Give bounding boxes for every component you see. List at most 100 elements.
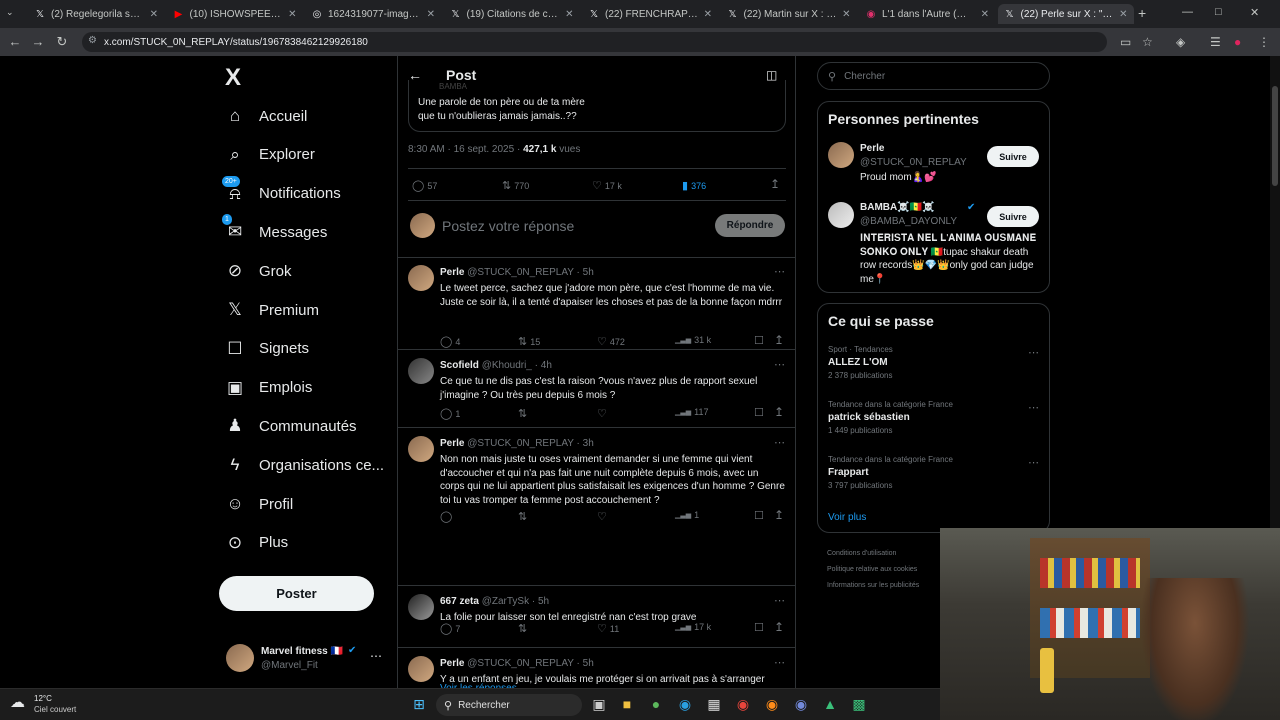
reload-icon[interactable]: ↻: [54, 34, 70, 50]
follow-button[interactable]: Suivre: [987, 206, 1039, 227]
avatar[interactable]: [408, 594, 434, 620]
search-input[interactable]: ⚲ Chercher: [817, 62, 1050, 90]
cast-icon[interactable]: ▭: [1120, 35, 1131, 49]
x-logo[interactable]: X: [225, 64, 241, 92]
nav-item-profil[interactable]: ☺ Profil: [225, 488, 293, 520]
nav-item-grok[interactable]: ⊘ Grok: [225, 255, 292, 287]
trend-item[interactable]: Tendance dans la catégorie France Frappar…: [828, 455, 1038, 490]
reposts-count-button[interactable]: ⇅: [518, 622, 530, 635]
post-button[interactable]: Poster: [219, 576, 374, 611]
more-options-icon[interactable]: ⋯: [774, 436, 785, 449]
views-count-button[interactable]: ▁▃▅ 17 k: [675, 622, 711, 632]
tab-close-icon[interactable]: ✕: [981, 9, 989, 20]
forward-arrow-icon[interactable]: →: [30, 34, 46, 49]
avatar[interactable]: [408, 436, 434, 462]
more-options-icon[interactable]: ⋯: [774, 656, 785, 669]
tab-close-icon[interactable]: ✕: [150, 9, 158, 20]
nav-item-accueil[interactable]: ⌂ Accueil: [225, 100, 308, 132]
reply-post[interactable]: 667 zeta @ZarTySk · 5h ⋯ La folie pour lai…: [398, 586, 795, 648]
app-icon[interactable]: ▲: [821, 696, 839, 712]
author-name[interactable]: Scofield: [440, 360, 479, 371]
views-count-button[interactable]: ▁▃▅ 31 k: [675, 335, 711, 345]
nav-item-signets[interactable]: ☐ Signets: [225, 333, 309, 365]
taskbar-search[interactable]: ⚲ Rechercher: [436, 694, 582, 716]
tab-close-icon[interactable]: ✕: [427, 9, 435, 20]
replies-count-button[interactable]: ◯: [440, 510, 455, 523]
browser-tab[interactable]: ◎ 1624319077-image.png (… ✕: [305, 4, 441, 24]
browser-tab[interactable]: 𝕏 (22) Perle sur X : "Mon e ✕: [997, 4, 1134, 24]
xbox-icon[interactable]: ●: [647, 696, 665, 712]
scrollbar-thumb[interactable]: [1272, 86, 1278, 186]
author-name[interactable]: Perle: [440, 267, 464, 278]
nav-item-communaut-s[interactable]: ♟ Communautés: [225, 410, 356, 442]
chrome-icon[interactable]: ◉: [734, 696, 752, 713]
footer-terms-link[interactable]: Conditions d'utilisation: [827, 550, 896, 557]
back-arrow-icon[interactable]: ←: [7, 34, 23, 49]
browser-tab[interactable]: 𝕏 (22) Martin sur X : "Surto ✕: [721, 4, 857, 24]
new-tab-button[interactable]: +: [1138, 5, 1146, 21]
close-window-icon[interactable]: ✕: [1250, 6, 1259, 19]
reply-count-button[interactable]: ◯ 57: [412, 179, 437, 192]
nav-item-organisations-ce[interactable]: ϟ Organisations ce...: [225, 449, 385, 481]
reply-composer-input[interactable]: Postez votre réponse: [442, 218, 574, 234]
bookmark-icon[interactable]: ☐: [754, 621, 764, 634]
account-more-icon[interactable]: ⋯: [370, 649, 382, 663]
menu-kebab-icon[interactable]: ⋮: [1258, 35, 1270, 49]
browser-tab[interactable]: 𝕏 (19) Citations de ce post / ✕: [444, 4, 580, 24]
replies-count-button[interactable]: ◯ 4: [440, 335, 460, 348]
footer-cookies-link[interactable]: Politique relative aux cookies: [827, 566, 917, 573]
reposts-count-button[interactable]: ⇅: [518, 407, 530, 420]
more-options-icon[interactable]: ⋯: [774, 358, 785, 371]
author-handle[interactable]: @ZarTySk: [482, 596, 529, 607]
browser-tab[interactable]: ▶ (10) ISHOWSPEED LIGUE ✕: [167, 4, 303, 24]
browser-tab[interactable]: 𝕏 (22) FRENCHRAPUS us su ✕: [582, 4, 718, 24]
tab-close-icon[interactable]: ✕: [565, 9, 573, 20]
reposts-count-button[interactable]: ⇅: [518, 510, 530, 523]
tab-close-icon[interactable]: ✕: [704, 9, 712, 20]
edge-icon[interactable]: ◉: [676, 696, 694, 713]
like-count-button[interactable]: ♡ 17 k: [592, 179, 622, 192]
likes-count-button[interactable]: ♡ 11: [597, 622, 619, 635]
likes-count-button[interactable]: ♡ 472: [597, 335, 625, 348]
address-bar[interactable]: ⚙ x.com/STUCK_0N_REPLAY/status/196783846…: [82, 32, 1107, 52]
see-more-link[interactable]: Voir plus: [828, 512, 866, 523]
replies-count-button[interactable]: ◯ 7: [440, 622, 460, 635]
share-icon[interactable]: ↥: [770, 177, 780, 191]
nav-item-messages[interactable]: ✉ 1 Messages: [222, 214, 327, 248]
reposts-count-button[interactable]: ⇅ 15: [518, 335, 540, 348]
extensions-icon[interactable]: ◈: [1176, 35, 1185, 49]
trend-item[interactable]: Tendance dans la catégorie France patrick…: [828, 400, 1038, 435]
media-icon[interactable]: ☰: [1210, 35, 1221, 49]
trend-more-icon[interactable]: ⋯: [1028, 346, 1039, 359]
start-windows-icon[interactable]: ⊞: [410, 696, 428, 713]
reply-post[interactable]: Perle @STUCK_0N_REPLAY · 3h ⋯ Non non mais…: [398, 428, 795, 586]
trend-more-icon[interactable]: ⋯: [1028, 456, 1039, 469]
account-switcher[interactable]: Marvel fitness 🇫🇷 ✔ @Marvel_Fit ⋯: [226, 643, 386, 675]
nav-item-emplois[interactable]: ▣ Emplois: [225, 372, 312, 404]
share-icon[interactable]: ↥: [774, 620, 784, 634]
trend-more-icon[interactable]: ⋯: [1028, 401, 1039, 414]
views-count-button[interactable]: ▁▃▅ 117: [675, 407, 709, 417]
share-icon[interactable]: ↥: [774, 508, 784, 522]
author-handle[interactable]: @STUCK_0N_REPLAY: [467, 267, 574, 278]
author-handle[interactable]: @STUCK_0N_REPLAY: [467, 658, 574, 669]
share-icon[interactable]: ↥: [774, 333, 784, 347]
maximize-icon[interactable]: □: [1215, 6, 1222, 18]
weather-icon[interactable]: ☁: [10, 693, 25, 711]
tab-close-icon[interactable]: ✕: [288, 9, 296, 20]
author-handle[interactable]: @STUCK_0N_REPLAY: [467, 438, 574, 449]
author-name[interactable]: Perle: [440, 438, 464, 449]
nav-item-notifications[interactable]: ⍾ 20+ Notifications: [222, 175, 341, 210]
firefox-icon[interactable]: ◉: [763, 696, 781, 713]
site-info-icon[interactable]: ⚙: [88, 35, 97, 46]
footer-ads-link[interactable]: Informations sur les publicités: [827, 582, 919, 589]
likes-count-button[interactable]: ♡: [597, 407, 610, 420]
author-name[interactable]: Perle: [440, 658, 464, 669]
nav-item-explorer[interactable]: ⌕ Explorer: [225, 139, 315, 171]
author-handle[interactable]: @Khoudri_: [482, 360, 532, 371]
file-explorer-icon[interactable]: ■: [618, 696, 636, 712]
minimize-icon[interactable]: —: [1182, 6, 1193, 18]
nav-item-premium[interactable]: 𝕏 Premium: [225, 294, 319, 326]
more-options-icon[interactable]: ⋯: [774, 265, 785, 278]
bookmark-icon[interactable]: ☐: [754, 334, 764, 347]
